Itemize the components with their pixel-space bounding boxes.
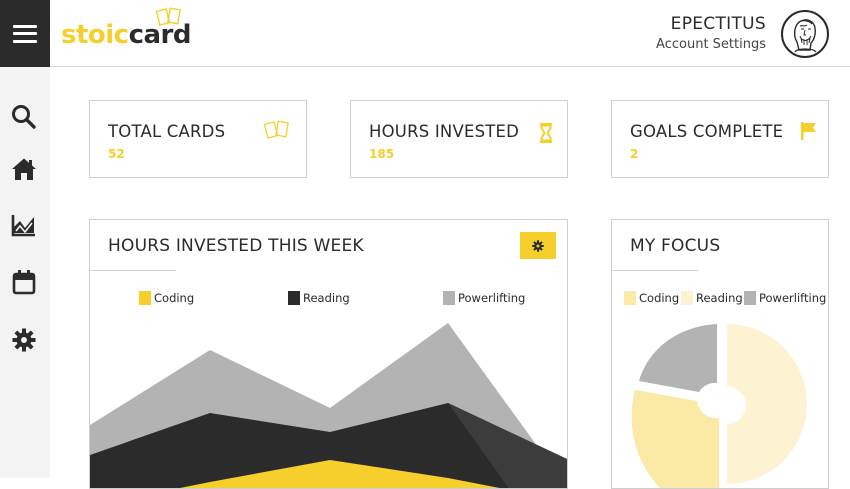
stat-value: 185 (369, 147, 394, 161)
account-settings-link[interactable]: Account Settings (656, 37, 766, 52)
user-name[interactable]: EPECTITUS (671, 14, 766, 34)
hourglass-icon (539, 122, 553, 144)
cards-icon (263, 119, 293, 141)
logo-text-c: c (129, 20, 144, 50)
sidebar-item-calendar[interactable] (11, 269, 37, 295)
stat-value: 52 (108, 147, 125, 161)
sidebar-item-settings[interactable] (11, 327, 37, 353)
stat-card-hours-invested[interactable]: HOURS INVESTED 185 (350, 100, 568, 178)
stat-value: 2 (630, 147, 638, 161)
header-divider (50, 66, 850, 67)
logo-text-main: stoic (61, 20, 129, 50)
stat-card-goals-complete[interactable]: GOALS COMPLETE 2 (611, 100, 829, 178)
search-icon (11, 104, 37, 130)
pie-slice-coding (632, 390, 719, 489)
stat-title: TOTAL CARDS (108, 122, 225, 141)
my-focus-panel: MY FOCUS Coding Reading Powerlifting (611, 219, 829, 489)
sidebar-item-home[interactable] (11, 156, 37, 182)
home-icon (11, 157, 37, 181)
hamburger-icon (13, 25, 37, 43)
pie-slice-powerlifting (639, 324, 717, 392)
hamburger-menu-button[interactable] (0, 0, 50, 67)
philosopher-bust-icon (783, 12, 827, 56)
stat-title: GOALS COMPLETE (630, 122, 783, 141)
calendar-icon (12, 269, 36, 295)
stat-title: HOURS INVESTED (369, 122, 519, 141)
hours-invested-week-panel: HOURS INVESTED THIS WEEK Coding Reading (89, 219, 568, 489)
chart-icon (11, 213, 37, 237)
gear-icon (12, 328, 36, 352)
area-chart (90, 220, 568, 489)
stat-card-total-cards[interactable]: TOTAL CARDS 52 (89, 100, 307, 178)
sidebar (0, 67, 50, 478)
flag-icon (800, 121, 818, 141)
sidebar-item-stats[interactable] (11, 212, 37, 238)
sidebar-item-search[interactable] (11, 104, 37, 130)
avatar[interactable] (781, 10, 829, 58)
pie-chart (612, 220, 829, 489)
pie-slice-reading (727, 324, 807, 484)
logo-cards-icon (155, 6, 185, 28)
